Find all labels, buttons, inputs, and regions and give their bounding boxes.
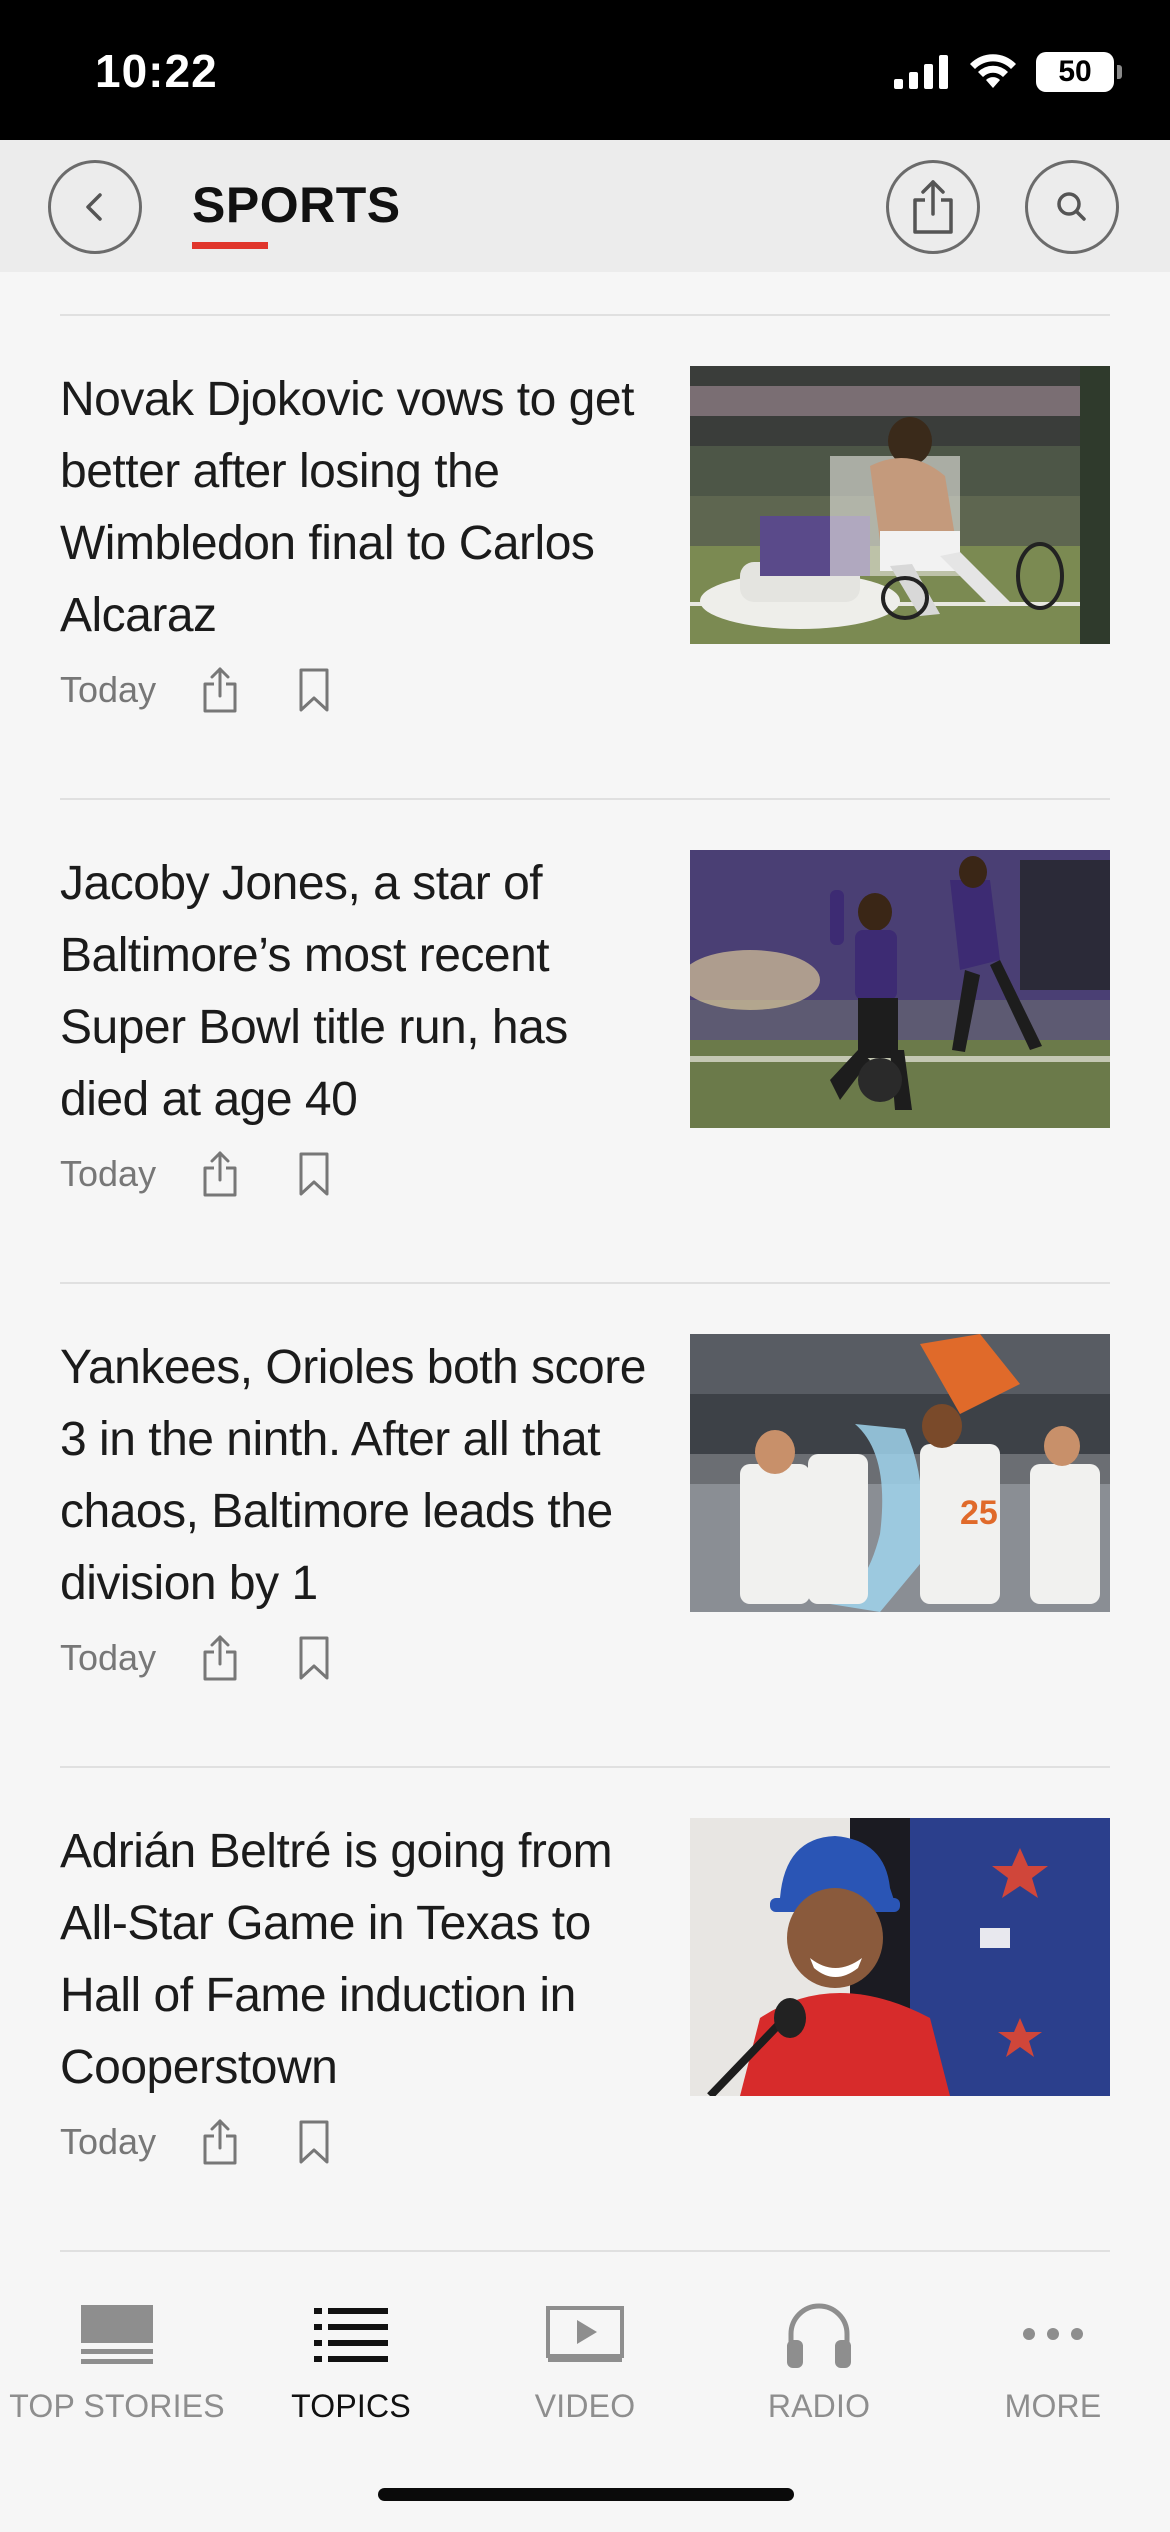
- share-icon: [913, 180, 953, 234]
- article-thumbnail[interactable]: [690, 366, 1110, 644]
- bookmark-icon[interactable]: [288, 664, 340, 716]
- top-stories-icon: [0, 2292, 234, 2376]
- status-icons: 50: [894, 52, 1122, 92]
- article-date: Today: [60, 2121, 157, 2162]
- app-screen: 10:22 50 SPORTS Novak Djokovic vows to g…: [0, 0, 1170, 2532]
- video-play-icon: [468, 2292, 702, 2376]
- share-section-button[interactable]: [886, 160, 980, 254]
- divider: [60, 1766, 1110, 1768]
- bookmark-icon[interactable]: [288, 1632, 340, 1684]
- svg-text:25: 25: [960, 1494, 998, 1532]
- article-meta: Today: [60, 1148, 340, 1200]
- wifi-icon: [970, 54, 1016, 88]
- search-button[interactable]: [1025, 160, 1119, 254]
- status-bar: 10:22 50: [0, 0, 1170, 140]
- article-date: Today: [60, 1153, 157, 1194]
- football-photo: [690, 850, 1110, 1128]
- divider: [60, 314, 1110, 316]
- tab-topics[interactable]: TOPICS: [234, 2292, 468, 2425]
- tab-label: TOP STORIES: [9, 2388, 225, 2424]
- topics-list-icon: [234, 2292, 468, 2376]
- bookmark-icon[interactable]: [288, 1148, 340, 1200]
- status-time: 10:22: [95, 45, 218, 97]
- share-icon[interactable]: [194, 2116, 246, 2168]
- article-headline[interactable]: Adrián Beltré is going from All-Star Gam…: [60, 1816, 660, 2104]
- tab-label: MORE: [1004, 2388, 1102, 2424]
- list-item[interactable]: Adrián Beltré is going from All-Star Gam…: [60, 1816, 1110, 2236]
- bookmark-icon[interactable]: [288, 2116, 340, 2168]
- home-indicator[interactable]: [378, 2488, 794, 2501]
- divider: [60, 798, 1110, 800]
- list-item[interactable]: Jacoby Jones, a star of Baltimore’s most…: [60, 848, 1110, 1268]
- article-meta: Today: [60, 664, 340, 716]
- tab-label: RADIO: [767, 2388, 871, 2424]
- article-thumbnail[interactable]: 25: [690, 1334, 1110, 1612]
- headphones-icon: [702, 2292, 936, 2376]
- article-thumbnail[interactable]: [690, 850, 1110, 1128]
- tab-radio[interactable]: RADIO: [702, 2292, 936, 2425]
- baseball-photo: 25: [690, 1334, 1110, 1612]
- share-icon[interactable]: [194, 664, 246, 716]
- article-thumbnail[interactable]: [690, 1818, 1110, 2096]
- battery-indicator: 50: [1036, 52, 1122, 92]
- tab-label: VIDEO: [534, 2388, 636, 2424]
- chevron-left-icon: [86, 193, 102, 221]
- article-date: Today: [60, 669, 157, 710]
- more-dots-icon: [936, 2292, 1170, 2376]
- press-conference-photo: [690, 1818, 1110, 2096]
- tab-label: TOPICS: [291, 2388, 411, 2424]
- share-icon[interactable]: [194, 1632, 246, 1684]
- list-item[interactable]: Yankees, Orioles both score 3 in the nin…: [60, 1332, 1110, 1752]
- article-headline[interactable]: Novak Djokovic vows to get better after …: [60, 364, 660, 652]
- list-item[interactable]: Novak Djokovic vows to get better after …: [60, 364, 1110, 784]
- page-title: SPORTS: [192, 177, 401, 233]
- tab-top-stories[interactable]: TOP STORIES: [0, 2292, 234, 2425]
- share-icon[interactable]: [194, 1148, 246, 1200]
- tab-video[interactable]: VIDEO: [468, 2292, 702, 2425]
- article-date: Today: [60, 1637, 157, 1678]
- cellular-signal-icon: [894, 55, 948, 89]
- tab-more[interactable]: MORE: [936, 2292, 1170, 2425]
- tennis-photo: [690, 366, 1110, 644]
- back-button[interactable]: [48, 160, 142, 254]
- article-meta: Today: [60, 1632, 340, 1684]
- article-meta: Today: [60, 2116, 340, 2168]
- search-icon: [1057, 192, 1086, 221]
- article-headline[interactable]: Jacoby Jones, a star of Baltimore’s most…: [60, 848, 660, 1136]
- divider: [60, 1282, 1110, 1284]
- section-header: SPORTS: [0, 140, 1170, 272]
- title-underline: [192, 242, 268, 249]
- article-headline[interactable]: Yankees, Orioles both score 3 in the nin…: [60, 1332, 660, 1620]
